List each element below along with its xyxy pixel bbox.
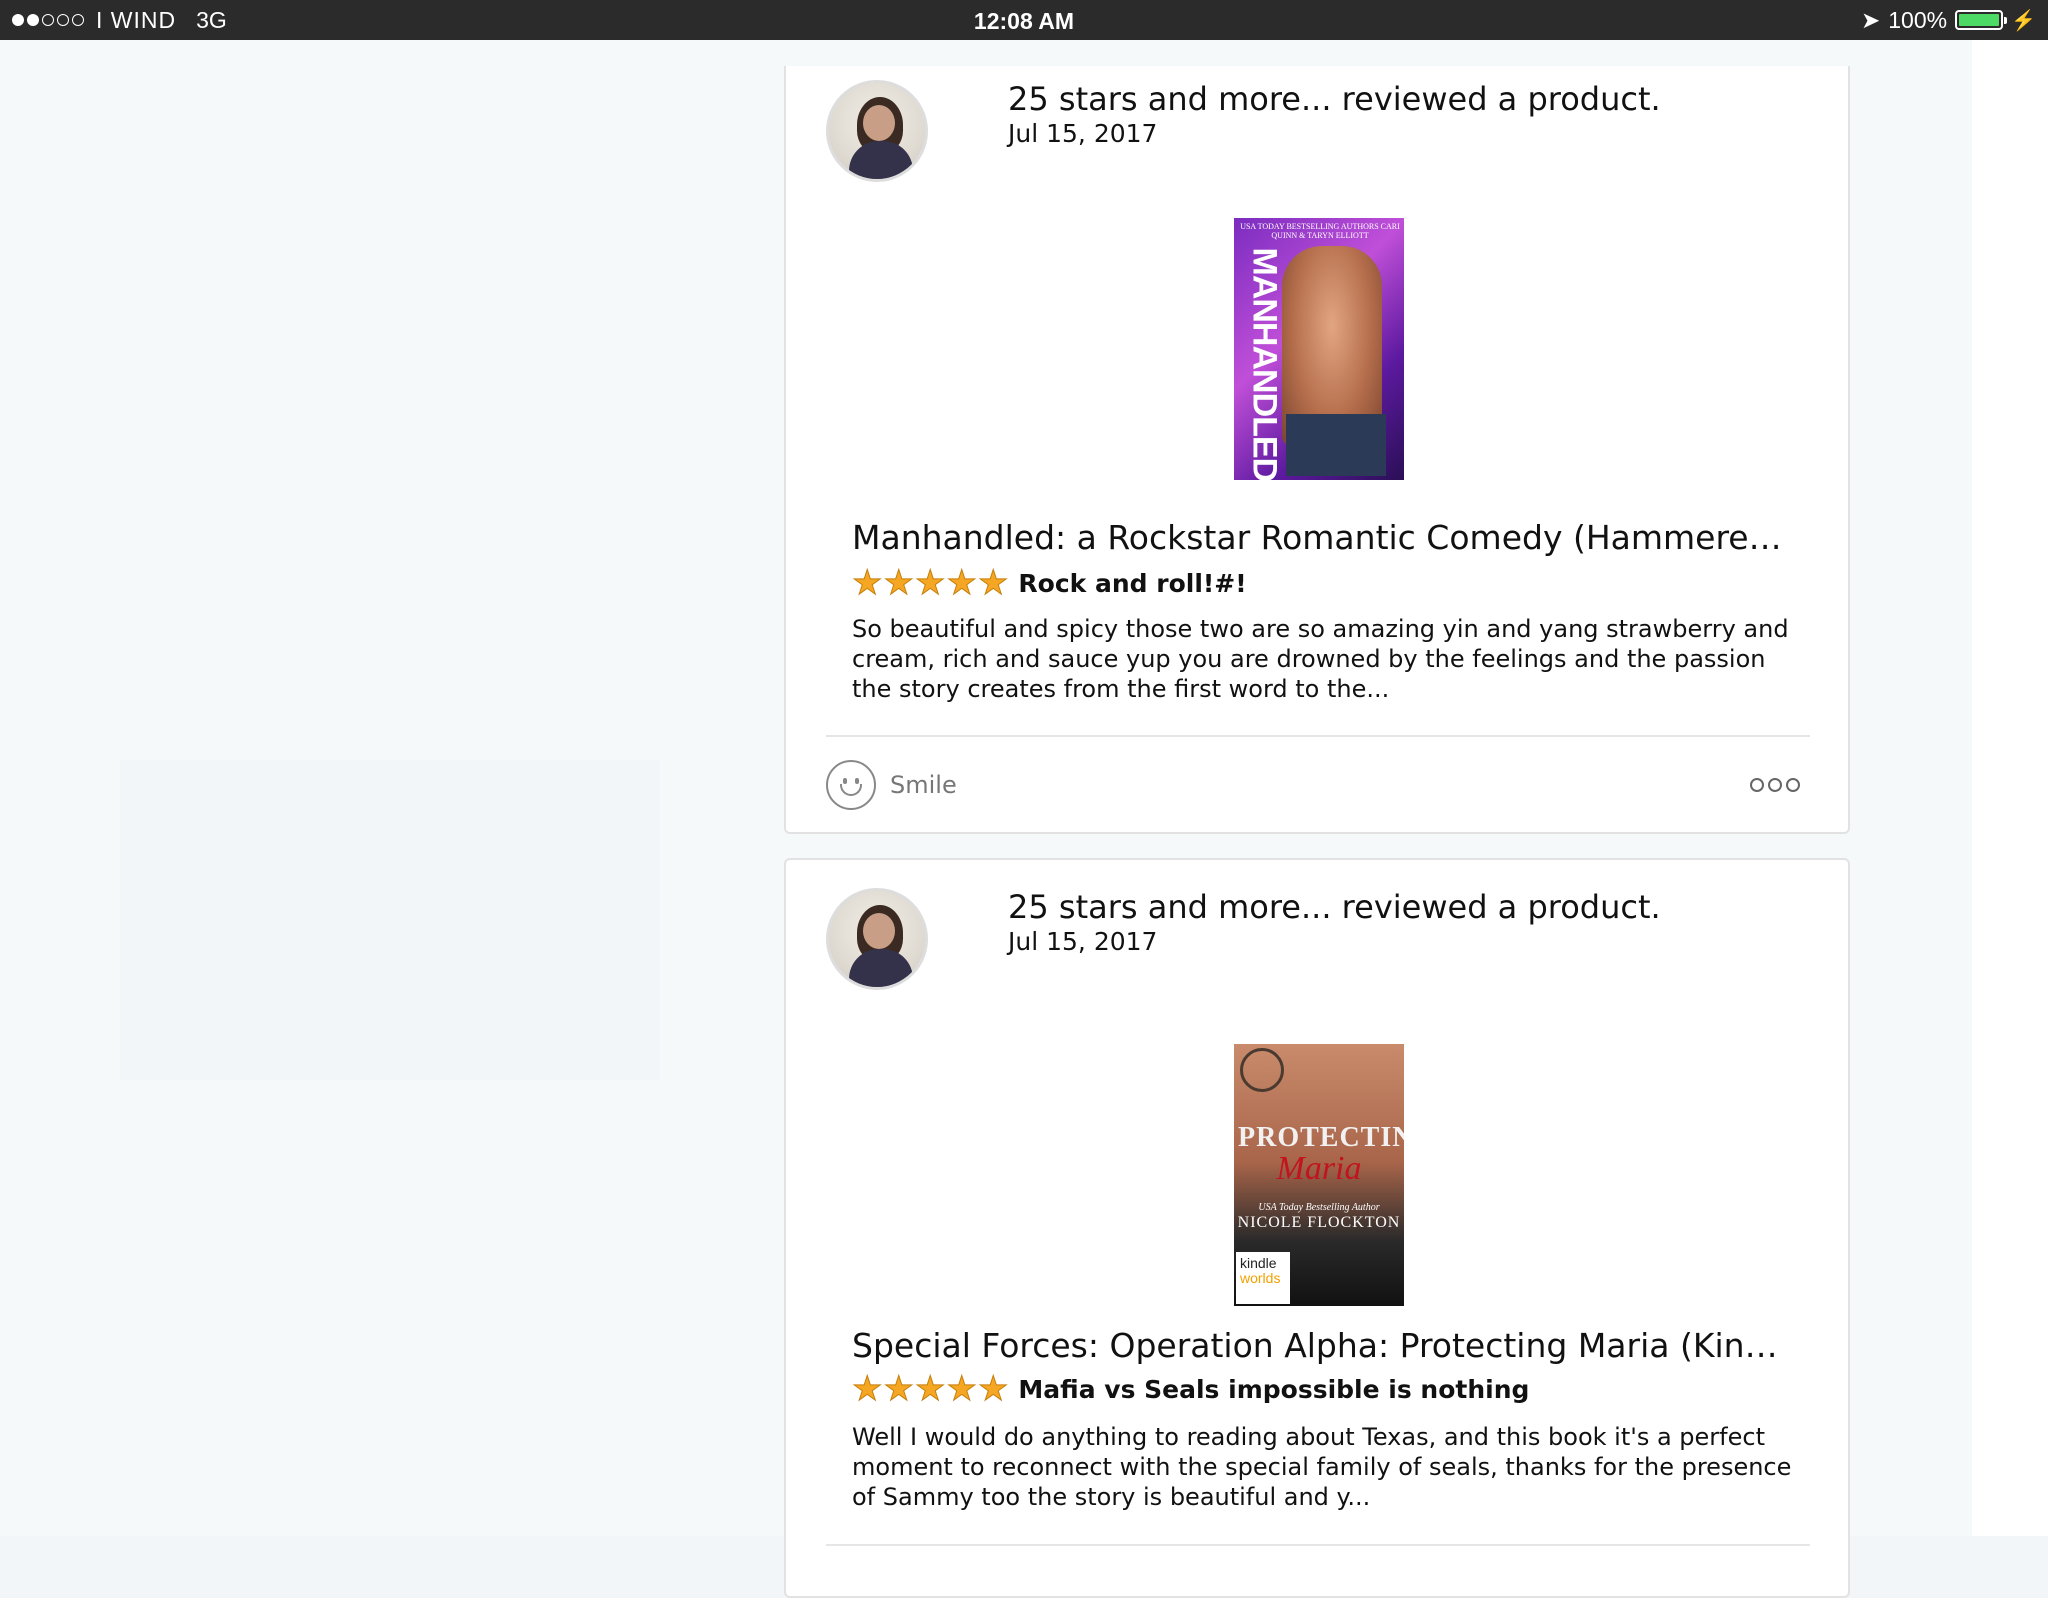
more-options-icon[interactable] (1750, 778, 1800, 792)
star-icon: ★ (851, 1369, 883, 1409)
divider (826, 735, 1810, 737)
star-icon: ★ (914, 563, 946, 603)
smile-button[interactable]: Smile (826, 760, 957, 810)
smile-icon[interactable] (826, 760, 876, 810)
star-icon: ★ (883, 1369, 915, 1409)
cover-title: MANHANDLED (1245, 247, 1284, 481)
divider (826, 1544, 1810, 1546)
right-gutter (1972, 40, 2048, 1536)
kindle-worlds-badge: kindle worlds (1236, 1252, 1290, 1304)
feed-page[interactable]: 25 stars and more... reviewed a product.… (0, 40, 1972, 1598)
feed-card[interactable]: 25 stars and more... reviewed a product.… (784, 66, 1850, 834)
review-excerpt[interactable]: So beautiful and spicy those two are so … (852, 614, 1792, 704)
star-rating: ★ ★ ★ ★ ★ (851, 1369, 1009, 1409)
location-arrow-icon: ➤ (1860, 6, 1881, 33)
star-icon: ★ (914, 1369, 946, 1409)
product-title-link[interactable]: Manhandled: a Rockstar Romantic Comedy (… (852, 518, 1782, 558)
review-title: Mafia vs Seals impossible is nothing (1018, 1374, 1530, 1404)
star-icon: ★ (977, 1369, 1009, 1409)
charging-bolt-icon: ⚡ (2011, 9, 2036, 32)
review-excerpt[interactable]: Well I would do anything to reading abou… (852, 1422, 1792, 1512)
rating-row: ★ ★ ★ ★ ★ Mafia vs Seals impossible is n… (851, 1369, 1530, 1409)
cover-authors: USA TODAY BESTSELLING AUTHORS CARI QUINN… (1240, 222, 1400, 240)
avatar[interactable] (826, 80, 928, 182)
cover-author: NICOLE FLOCKTON (1237, 1214, 1401, 1231)
clock: 12:08 AM (973, 8, 1075, 34)
cover-subtitle: Maria (1276, 1150, 1362, 1187)
activity-headline[interactable]: 25 stars and more... reviewed a product. (1008, 888, 1661, 926)
rating-row: ★ ★ ★ ★ ★ Rock and roll!#! (851, 563, 1247, 603)
review-title: Rock and roll!#! (1018, 568, 1247, 598)
activity-date: Jul 15, 2017 (1008, 119, 1158, 148)
card-header: 25 stars and more... reviewed a product.… (1008, 80, 1661, 150)
star-icon: ★ (977, 563, 1009, 603)
background-panel (120, 760, 660, 1080)
activity-headline[interactable]: 25 stars and more... reviewed a product. (1008, 80, 1661, 118)
avatar[interactable] (826, 888, 928, 990)
battery-percent: 100% (1888, 6, 1948, 33)
product-cover-image[interactable]: PROTECTING Maria USA Today Bestselling A… (1234, 1044, 1404, 1306)
star-rating: ★ ★ ★ ★ ★ (851, 563, 1009, 603)
star-icon: ★ (946, 1369, 978, 1409)
cover-tagline: USA Today Bestselling Author (1258, 1202, 1380, 1213)
status-right: ➤ 100% ⚡ (1861, 0, 2036, 40)
activity-date: Jul 15, 2017 (1008, 927, 1158, 956)
star-icon: ★ (946, 563, 978, 603)
status-bar: I WIND 3G 12:08 AM ➤ 100% ⚡ (0, 0, 2048, 40)
star-icon: ★ (883, 563, 915, 603)
feed-card[interactable]: 25 stars and more... reviewed a product.… (784, 858, 1850, 1598)
battery-icon (1955, 10, 2008, 30)
product-cover-image[interactable]: USA TODAY BESTSELLING AUTHORS CARI QUINN… (1234, 218, 1404, 480)
card-header: 25 stars and more... reviewed a product.… (1008, 888, 1661, 958)
product-title-link[interactable]: Special Forces: Operation Alpha: Protect… (852, 1326, 1782, 1366)
star-icon: ★ (851, 563, 883, 603)
smile-label[interactable]: Smile (890, 771, 957, 799)
